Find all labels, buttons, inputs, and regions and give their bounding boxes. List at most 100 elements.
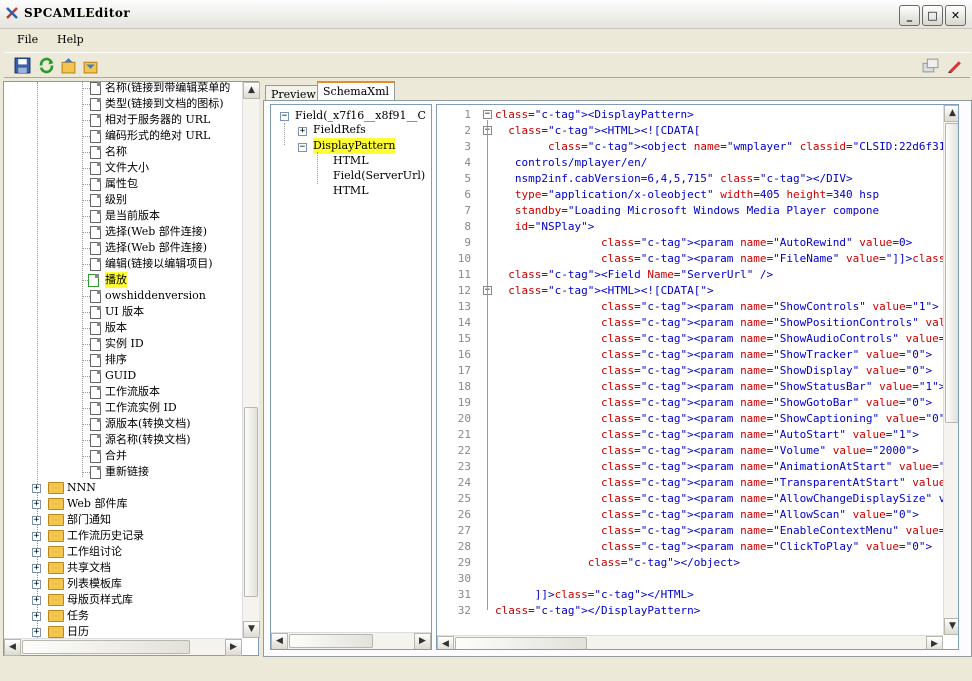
tree-item-field[interactable]: owshiddenversion [105, 288, 206, 304]
left-tree-vscroll[interactable]: ▲ ▼ [242, 82, 260, 638]
xml-editor[interactable]: 1−2−3 4 5 6 7 8 9 10 11 12−13 14 15 16 17 18 19 20 21 22 23… [436, 104, 959, 650]
scroll-thumb[interactable] [945, 123, 958, 423]
code-line[interactable]: class="c-tag"><param name="ShowControls"… [495, 299, 939, 315]
tree-node-fieldrefs[interactable]: FieldRefs [313, 122, 366, 138]
minimize-button[interactable]: _ [899, 5, 920, 26]
tree-item-field[interactable]: 编辑(链接以编辑项目) [105, 256, 213, 272]
expand-list-button[interactable]: + [32, 580, 41, 589]
scroll-right-button[interactable]: ▶ [225, 639, 242, 656]
scroll-down-button[interactable]: ▼ [944, 618, 958, 635]
tree-item-field[interactable]: 重新链接 [105, 464, 149, 480]
code-line[interactable]: class="c-tag"><param name="AllowChangeDi… [495, 491, 943, 507]
tree-item-list[interactable]: NNN [67, 480, 96, 496]
code-line[interactable]: ]]>class="c-tag"></HTML> [495, 587, 694, 603]
schema-tree-hscroll[interactable]: ◀ ▶ [271, 632, 431, 649]
code-line[interactable]: class="c-tag"><param name="AnimationAtSt… [495, 459, 943, 475]
tree-item-list[interactable]: 共享文档 [67, 560, 111, 576]
code-line[interactable]: type="application/x-oleobject" width=405… [495, 187, 879, 203]
list-tree[interactable]: 名称(链接到带编辑菜单的 类型(链接到文档的图标) 相对于服务器的 URL 编码形式的… [4, 82, 242, 638]
tree-item-field[interactable]: 合并 [105, 448, 127, 464]
scroll-right-button[interactable]: ▶ [414, 633, 431, 649]
code-area[interactable]: class="c-tag"><DisplayPattern> class="c-… [479, 105, 943, 635]
tree-item-field[interactable]: 排序 [105, 352, 127, 368]
code-line[interactable]: class="c-tag"><param name="Volume" value… [495, 443, 919, 459]
tree-item-field[interactable]: 选择(Web 部件连接) [105, 224, 207, 240]
scroll-left-button[interactable]: ◀ [4, 639, 21, 656]
tree-node-html[interactable]: HTML [333, 153, 369, 169]
tree-item-list[interactable]: 日历 [67, 624, 89, 638]
tree-item-field[interactable]: 级别 [105, 192, 127, 208]
tree-node-displaypattern[interactable]: DisplayPattern [313, 138, 396, 154]
tree-item-list[interactable]: Web 部件库 [67, 496, 127, 512]
code-line[interactable]: class="c-tag"><param name="TransparentAt… [495, 475, 943, 491]
code-line[interactable]: class="c-tag"><param name="ShowAudioCont… [495, 331, 943, 347]
scroll-left-button[interactable]: ◀ [271, 633, 288, 649]
windows-icon[interactable] [922, 57, 939, 74]
editor-hscroll[interactable]: ◀ ▶ [437, 635, 943, 649]
scroll-down-button[interactable]: ▼ [243, 621, 260, 638]
tree-item-list[interactable]: 部门通知 [67, 512, 111, 528]
scroll-thumb[interactable] [244, 407, 258, 597]
scroll-left-button[interactable]: ◀ [437, 636, 454, 649]
code-line[interactable]: class="c-tag"><param name="AllowScan" va… [495, 507, 919, 523]
tree-item-field[interactable]: 播放 [105, 272, 127, 288]
maximize-button[interactable]: □ [922, 5, 943, 26]
code-line[interactable]: class="c-tag"><DisplayPattern> [495, 107, 694, 123]
hscroll-thumb[interactable] [455, 637, 587, 649]
tree-item-list[interactable]: 母版页样式库 [67, 592, 133, 608]
expand-list-button[interactable]: + [32, 484, 41, 493]
tree-item-list[interactable]: 列表模板库 [67, 576, 122, 592]
expand-list-button[interactable]: + [32, 596, 41, 605]
code-line[interactable]: class="c-tag"><Field Name="ServerUrl" /> [495, 267, 773, 283]
title-bar[interactable]: SPCAMLEditor _ □ ✕ [0, 0, 972, 29]
expand-list-button[interactable]: + [32, 628, 41, 637]
tree-item-field[interactable]: 实例 ID [105, 336, 144, 352]
close-button[interactable]: ✕ [945, 5, 966, 26]
tree-item-list[interactable]: 工作组讨论 [67, 544, 122, 560]
code-line[interactable]: class="c-tag"></DisplayPattern> [495, 603, 700, 619]
editor-vscroll[interactable]: ▲ ▼ [943, 105, 958, 635]
scroll-up-button[interactable]: ▲ [944, 105, 958, 122]
scroll-right-button[interactable]: ▶ [926, 636, 943, 649]
scroll-up-button[interactable]: ▲ [243, 82, 260, 99]
left-tree-hscroll[interactable]: ◀ ▶ [4, 638, 242, 656]
expand-list-button[interactable]: + [32, 564, 41, 573]
tree-item-field[interactable]: 选择(Web 部件连接) [105, 240, 207, 256]
tree-item-field[interactable]: 源版本(转换文档) [105, 416, 191, 432]
tree-item-field[interactable]: 工作流版本 [105, 384, 160, 400]
code-line[interactable]: controls/mplayer/en/ [495, 155, 647, 171]
code-line[interactable]: class="c-tag"><object name="wmplayer" cl… [495, 139, 943, 155]
pen-icon[interactable] [946, 57, 963, 74]
expand-list-button[interactable]: + [32, 516, 41, 525]
code-line[interactable]: class="c-tag"><param name="FileName" val… [495, 251, 943, 267]
code-line[interactable]: class="c-tag"><param name="ShowCaptionin… [495, 411, 943, 427]
export-icon[interactable] [82, 57, 99, 74]
hscroll-thumb[interactable] [289, 634, 373, 648]
code-line[interactable]: standby="Loading Microsoft Windows Media… [495, 203, 879, 219]
tree-item-field[interactable]: UI 版本 [105, 304, 144, 320]
code-line[interactable]: class="c-tag"><HTML><![CDATA[ [495, 123, 700, 139]
tree-item-field[interactable]: 名称 [105, 144, 127, 160]
hscroll-thumb[interactable] [22, 640, 190, 654]
code-line[interactable]: class="c-tag"><param name="ShowTracker" … [495, 347, 932, 363]
tree-item-field[interactable]: 名称(链接到带编辑菜单的 [105, 82, 230, 96]
tree-item-list[interactable]: 任务 [67, 608, 89, 624]
code-line[interactable]: class="c-tag"></object> [495, 555, 740, 571]
expand-list-button[interactable]: + [32, 548, 41, 557]
refresh-icon[interactable] [38, 57, 55, 74]
code-line[interactable]: class="c-tag"><param name="ShowGotoBar" … [495, 395, 932, 411]
code-line[interactable]: nsmp2inf.cabVersion=6,4,5,715" class="c-… [495, 171, 853, 187]
code-line[interactable]: id="NSPlay"> [495, 219, 594, 235]
save-icon[interactable] [14, 57, 31, 74]
collapse-root-button[interactable]: − [280, 112, 289, 121]
tree-item-field[interactable]: 工作流实例 ID [105, 400, 177, 416]
tree-item-field[interactable]: 版本 [105, 320, 127, 336]
expand-list-button[interactable]: + [32, 500, 41, 509]
code-line[interactable]: class="c-tag"><param name="EnableContext… [495, 523, 943, 539]
tree-node-html[interactable]: HTML [333, 183, 369, 199]
code-line[interactable]: class="c-tag"><param name="ShowPositionC… [495, 315, 943, 331]
tree-node-field-serverurl[interactable]: Field(ServerUrl) [333, 168, 425, 184]
tree-item-field[interactable]: 相对于服务器的 URL [105, 112, 210, 128]
tree-item-field[interactable]: GUID [105, 368, 136, 384]
code-line[interactable]: class="c-tag"><param name="ShowStatusBar… [495, 379, 943, 395]
